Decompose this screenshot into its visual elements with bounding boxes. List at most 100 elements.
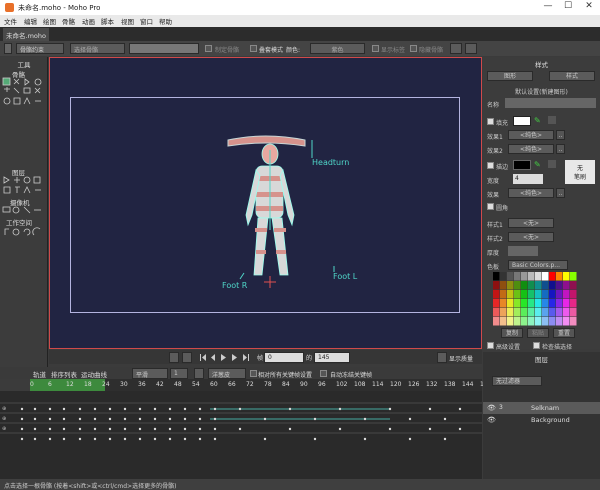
stroke-option-icon[interactable] <box>548 160 556 168</box>
palette-swatch[interactable] <box>500 299 507 308</box>
keyframe[interactable] <box>138 417 142 421</box>
palette-swatch[interactable] <box>528 299 535 308</box>
menu-window[interactable]: 窗口 <box>140 16 153 26</box>
reset-icon[interactable] <box>4 43 12 54</box>
copy-button[interactable]: 复制 <box>501 328 523 338</box>
overlay-checkbox[interactable] <box>250 45 257 52</box>
keyframe[interactable] <box>33 437 37 441</box>
keyframe[interactable] <box>313 437 317 441</box>
palette-swatch[interactable] <box>521 317 528 326</box>
keyframe[interactable] <box>33 407 37 411</box>
palette-swatch[interactable] <box>542 290 549 299</box>
keyframe[interactable] <box>93 427 97 431</box>
keyframe[interactable] <box>62 417 66 421</box>
keyframe[interactable] <box>363 417 367 421</box>
keyframe[interactable] <box>78 407 82 411</box>
fill-checkbox[interactable] <box>487 118 494 125</box>
tab-sequencer[interactable]: 排序列表 <box>51 369 77 379</box>
palette-swatch[interactable] <box>521 281 528 290</box>
maximize-button[interactable]: ☐ <box>561 1 575 13</box>
style-dropdown[interactable]: 样式 <box>549 71 595 81</box>
keyframe[interactable] <box>198 427 202 431</box>
layer-tool-grid[interactable] <box>2 175 46 195</box>
palette-swatch[interactable] <box>556 290 563 299</box>
palette-swatch[interactable] <box>563 308 570 317</box>
keyframe[interactable] <box>78 427 82 431</box>
camera-tool-grid[interactable] <box>2 205 46 215</box>
thickness-swatch[interactable] <box>508 246 538 256</box>
style1-dropdown[interactable]: <无> <box>508 218 554 228</box>
keyframe[interactable] <box>263 417 267 421</box>
keyframe[interactable] <box>48 407 52 411</box>
palette-swatch[interactable] <box>493 290 500 299</box>
keyframe[interactable] <box>138 407 142 411</box>
palette-swatch[interactable] <box>570 281 577 290</box>
camera-icon[interactable] <box>169 352 179 363</box>
minimize-button[interactable]: — <box>541 1 555 13</box>
menu-draw[interactable]: 绘图 <box>43 16 56 26</box>
palette-swatch[interactable] <box>535 317 542 326</box>
tab-tracks[interactable]: 轨道 <box>33 369 46 379</box>
eye-icon[interactable]: 👁 <box>487 404 496 412</box>
timeline-tracks[interactable]: ⊕ ⊕ ⊕ <box>0 391 482 479</box>
keyframe[interactable] <box>338 407 342 411</box>
keyframe[interactable] <box>408 437 412 441</box>
keyframe[interactable] <box>238 407 242 411</box>
keyframe[interactable] <box>123 407 127 411</box>
workspace-tool-grid[interactable] <box>2 227 46 237</box>
palette-swatch[interactable] <box>563 281 570 290</box>
palette-swatch[interactable] <box>556 272 563 281</box>
palette-swatch[interactable] <box>549 299 556 308</box>
keyframe[interactable] <box>198 407 202 411</box>
color-dropdown[interactable]: 紫色 <box>310 43 365 54</box>
interpolation-dropdown[interactable]: 平滑 <box>132 368 168 379</box>
keyframe[interactable] <box>288 427 292 431</box>
keyframe[interactable] <box>428 427 432 431</box>
keyframe[interactable] <box>93 407 97 411</box>
quality-icon[interactable] <box>437 352 447 363</box>
palette-swatch[interactable] <box>556 308 563 317</box>
keyframe[interactable] <box>153 407 157 411</box>
keyframe[interactable] <box>108 407 112 411</box>
palette-swatch[interactable] <box>507 317 514 326</box>
menu-script[interactable]: 脚本 <box>101 16 114 26</box>
palette-swatch[interactable] <box>500 272 507 281</box>
palette-swatch[interactable] <box>514 290 521 299</box>
width-input[interactable]: 4 <box>513 174 543 184</box>
layer-row-selknam[interactable]: 👁 3 Selknam <box>483 402 600 414</box>
palette-swatch[interactable] <box>493 308 500 317</box>
palette-swatch[interactable] <box>556 281 563 290</box>
keyframe[interactable] <box>388 407 392 411</box>
menu-help[interactable]: 帮助 <box>159 16 172 26</box>
menu-bone[interactable]: 骨骼 <box>62 16 75 26</box>
loop-icon[interactable] <box>182 352 192 363</box>
palette-swatch[interactable] <box>514 281 521 290</box>
palette-swatch[interactable] <box>493 317 500 326</box>
palette-swatch[interactable] <box>542 299 549 308</box>
layer-row-background[interactable]: 👁 Background <box>483 414 600 426</box>
keyframe[interactable] <box>458 407 462 411</box>
palette-swatch[interactable] <box>514 299 521 308</box>
keyframe[interactable] <box>213 427 217 431</box>
keyframe[interactable] <box>20 427 24 431</box>
tab-motion-graph[interactable]: 运动曲线 <box>81 369 107 379</box>
palette-swatch[interactable] <box>542 281 549 290</box>
no-brush-button[interactable]: 无 笔刷 <box>565 160 595 184</box>
palette-swatch[interactable] <box>563 299 570 308</box>
palette-swatch[interactable] <box>521 290 528 299</box>
show-labels-checkbox[interactable] <box>372 45 379 52</box>
keyframe[interactable] <box>183 427 187 431</box>
palette-swatch[interactable] <box>563 290 570 299</box>
palette-swatch[interactable] <box>570 308 577 317</box>
keyframe[interactable] <box>443 437 447 441</box>
stroke-color-swatch[interactable] <box>513 160 531 170</box>
palette-swatch[interactable] <box>563 317 570 326</box>
keyframe[interactable] <box>183 407 187 411</box>
keyframe[interactable] <box>238 427 242 431</box>
relative-keys-checkbox[interactable] <box>250 370 257 377</box>
color-palette-grid[interactable] <box>493 272 579 326</box>
keyframe[interactable] <box>198 437 202 441</box>
palette-swatch[interactable] <box>528 290 535 299</box>
palette-swatch[interactable] <box>556 317 563 326</box>
keyframe[interactable] <box>20 407 24 411</box>
